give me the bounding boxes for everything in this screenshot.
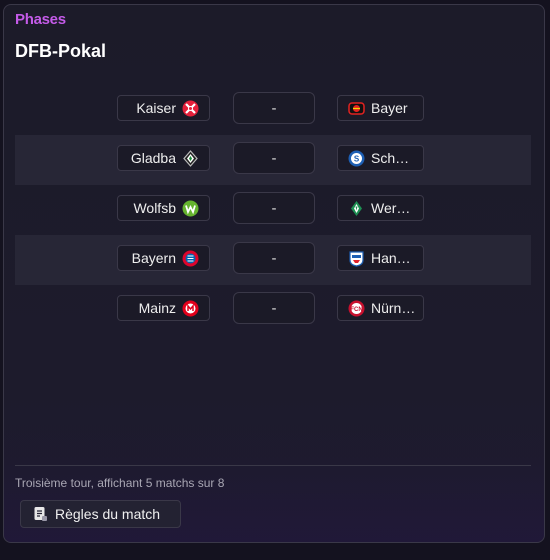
match-row: Wolfsb - Wer… bbox=[15, 185, 531, 235]
score-input[interactable]: - bbox=[233, 92, 315, 124]
hansa-crest-icon bbox=[348, 250, 365, 267]
match-row: Mainz - FCN Nürn… bbox=[15, 285, 531, 335]
mainz-crest-icon bbox=[182, 300, 199, 317]
home-team-name: Gladba bbox=[130, 150, 176, 166]
score-input[interactable]: - bbox=[233, 192, 315, 224]
werder-crest-icon bbox=[348, 200, 365, 217]
match-list: Kaiser - Bayer Gladba - S Sch… Wolfsb - … bbox=[15, 85, 531, 335]
kaiserslautern-crest-icon bbox=[182, 100, 199, 117]
svg-text:FCN: FCN bbox=[350, 307, 362, 313]
home-team-button[interactable]: Kaiser bbox=[117, 95, 210, 121]
match-row: Gladba - S Sch… bbox=[15, 135, 531, 185]
section-label: Phases bbox=[15, 11, 66, 28]
home-team-name: Kaiser bbox=[136, 100, 176, 116]
svg-text:S: S bbox=[354, 154, 360, 163]
score-input[interactable]: - bbox=[233, 292, 315, 324]
home-team-button[interactable]: Bayern bbox=[117, 245, 210, 271]
match-row: Bayern - Han… bbox=[15, 235, 531, 285]
footer-divider bbox=[15, 465, 531, 466]
away-team-name: Wer… bbox=[371, 200, 411, 216]
away-team-button[interactable]: Wer… bbox=[337, 195, 424, 221]
away-team-button[interactable]: Han… bbox=[337, 245, 424, 271]
competition-title: DFB-Pokal bbox=[15, 41, 107, 61]
rules-document-icon bbox=[33, 506, 48, 522]
match-rules-button[interactable]: Règles du match bbox=[20, 500, 181, 528]
away-team-name: Han… bbox=[371, 250, 411, 266]
nurnberg-crest-icon: FCN bbox=[348, 300, 365, 317]
home-team-name: Bayern bbox=[131, 250, 176, 266]
leverkusen-crest-icon bbox=[348, 100, 365, 117]
schalke-crest-icon: S bbox=[348, 150, 365, 167]
match-rules-label: Règles du match bbox=[55, 506, 161, 522]
away-team-name: Nürn… bbox=[371, 300, 416, 316]
round-status-text: Troisième tour, affichant 5 matchs sur 8 bbox=[15, 476, 225, 490]
gladbach-crest-icon bbox=[182, 149, 199, 167]
phases-panel: Phases DFB-Pokal Kaiser - Bayer Gladba -… bbox=[3, 4, 545, 543]
away-team-name: Bayer bbox=[371, 100, 408, 116]
away-team-name: Sch… bbox=[371, 150, 410, 166]
away-team-button[interactable]: FCN Nürn… bbox=[337, 295, 424, 321]
bayern-crest-icon bbox=[182, 250, 199, 267]
home-team-name: Mainz bbox=[138, 300, 176, 316]
home-team-button[interactable]: Wolfsb bbox=[117, 195, 210, 221]
score-input[interactable]: - bbox=[233, 242, 315, 274]
away-team-button[interactable]: S Sch… bbox=[337, 145, 424, 171]
match-row: Kaiser - Bayer bbox=[15, 85, 531, 135]
home-team-button[interactable]: Gladba bbox=[117, 145, 210, 171]
away-team-button[interactable]: Bayer bbox=[337, 95, 424, 121]
home-team-name: Wolfsb bbox=[133, 200, 176, 216]
home-team-button[interactable]: Mainz bbox=[117, 295, 210, 321]
score-input[interactable]: - bbox=[233, 142, 315, 174]
wolfsburg-crest-icon bbox=[182, 200, 199, 217]
